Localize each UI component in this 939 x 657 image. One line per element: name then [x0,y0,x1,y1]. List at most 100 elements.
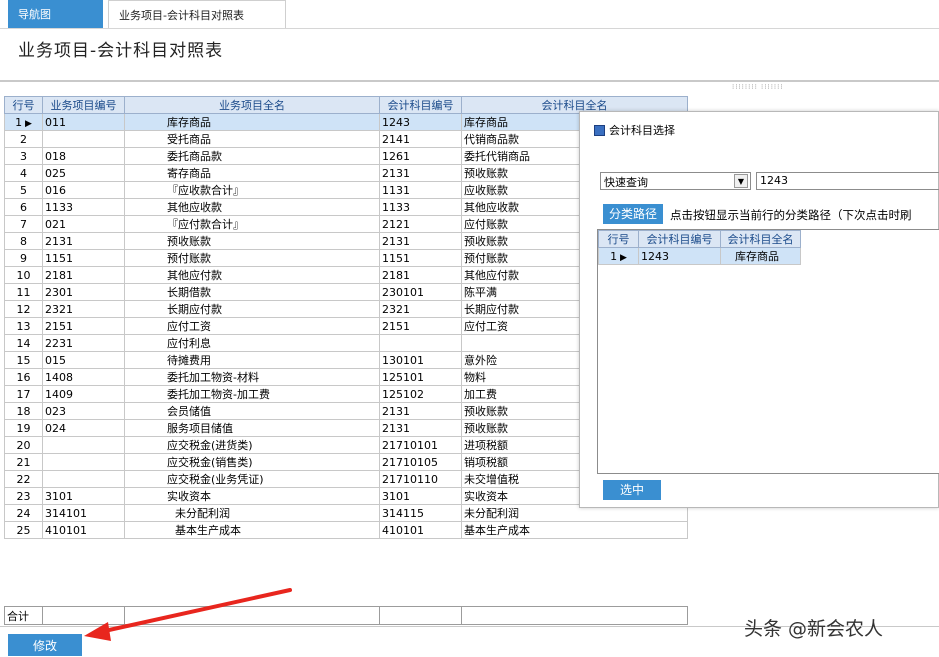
account-code-cell[interactable]: 21710105 [379,453,462,471]
item-code-cell[interactable]: 314101 [42,504,125,522]
account-code-cell[interactable]: 2151 [379,317,462,335]
account-name-cell[interactable]: 基本生产成本 [461,521,688,539]
item-name-cell[interactable]: 应交税金(进货类) [124,436,380,454]
item-code-cell[interactable]: 1409 [42,385,125,403]
account-code-cell[interactable]: 125102 [379,385,462,403]
item-code-cell[interactable] [42,470,125,488]
account-code-cell[interactable]: 410101 [379,521,462,539]
account-code-cell[interactable]: 130101 [379,351,462,369]
item-name-cell[interactable]: 实收资本 [124,487,380,505]
item-code-cell[interactable]: 2301 [42,283,125,301]
table-row[interactable]: 25 410101 基本生产成本 410101 基本生产成本 [4,521,688,539]
item-code-cell[interactable] [42,436,125,454]
sub-row-number[interactable]: 1 ▶ [598,247,639,265]
account-code-cell[interactable]: 1261 [379,147,462,165]
item-code-cell[interactable]: 024 [42,419,125,437]
item-name-cell[interactable]: 待摊费用 [124,351,380,369]
account-list-row[interactable]: 1 ▶ 1243 库存商品 [598,247,801,265]
item-code-cell[interactable]: 1133 [42,198,125,216]
item-code-cell[interactable] [42,453,125,471]
account-code-cell[interactable]: 2131 [379,164,462,182]
item-code-cell[interactable]: 2131 [42,232,125,250]
category-path-button[interactable]: 分类路径 [603,204,663,224]
account-code-cell[interactable]: 3101 [379,487,462,505]
select-button[interactable]: 选中 [603,480,661,500]
item-code-cell[interactable]: 015 [42,351,125,369]
item-name-cell[interactable]: 未分配利润 [124,504,380,522]
item-name-cell[interactable]: 预收账款 [124,232,380,250]
item-code-cell[interactable]: 1408 [42,368,125,386]
edit-button[interactable]: 修改 [8,634,82,656]
item-name-cell[interactable]: 应付利息 [124,334,380,352]
account-code-cell[interactable]: 1243 [379,113,462,131]
account-code-cell[interactable]: 2131 [379,232,462,250]
item-name-cell[interactable]: 长期应付款 [124,300,380,318]
header-row-no[interactable]: 行号 [4,96,43,114]
dialog-title: 会计科目选择 [609,124,675,137]
item-name-cell[interactable]: 『应付款合计』 [124,215,380,233]
sub-account-name[interactable]: 库存商品 [720,247,801,265]
item-name-cell[interactable]: 委托加工物资-加工费 [124,385,380,403]
account-code-cell[interactable]: 125101 [379,368,462,386]
item-name-cell[interactable]: 寄存商品 [124,164,380,182]
item-code-cell[interactable]: 025 [42,164,125,182]
item-code-cell[interactable]: 016 [42,181,125,199]
item-name-cell[interactable]: 委托商品款 [124,147,380,165]
scroll-grip-icon[interactable]: ⁞⁞⁞⁞⁞⁞⁞⁞ ⁞⁞⁞⁞⁞⁞⁞ [732,83,784,91]
item-code-cell[interactable]: 023 [42,402,125,420]
item-code-cell[interactable]: 018 [42,147,125,165]
footer-cell [124,606,380,625]
item-name-cell[interactable]: 应交税金(销售类) [124,453,380,471]
account-code-cell[interactable]: 1131 [379,181,462,199]
header-item-name[interactable]: 业务项目全名 [124,96,380,114]
account-code-cell[interactable]: 21710110 [379,470,462,488]
search-mode-select[interactable]: 快速查询 ▼ [600,172,751,190]
item-name-cell[interactable]: 会员储值 [124,402,380,420]
item-code-cell[interactable]: 021 [42,215,125,233]
account-code-cell[interactable]: 1151 [379,249,462,267]
account-code-cell[interactable] [379,334,462,352]
item-name-cell[interactable]: 委托加工物资-材料 [124,368,380,386]
row-number: 21 [4,453,43,471]
item-name-cell[interactable]: 预付账款 [124,249,380,267]
item-code-cell[interactable]: 3101 [42,487,125,505]
search-input[interactable]: 1243 [756,172,939,190]
item-code-cell[interactable]: 2151 [42,317,125,335]
item-code-cell[interactable]: 2181 [42,266,125,284]
table-footer: 合计 [4,606,688,625]
item-code-cell[interactable]: 2321 [42,300,125,318]
header-item-code[interactable]: 业务项目编号 [42,96,125,114]
account-code-cell[interactable]: 2131 [379,402,462,420]
tab-home[interactable]: 导航图 [8,0,103,28]
tab-mapping-table[interactable]: 业务项目-会计科目对照表 [108,0,286,28]
account-code-cell[interactable]: 230101 [379,283,462,301]
sub-account-code[interactable]: 1243 [638,247,721,265]
item-name-cell[interactable]: 其他应付款 [124,266,380,284]
item-code-cell[interactable]: 2231 [42,334,125,352]
item-name-cell[interactable]: 『应收款合计』 [124,181,380,199]
item-code-cell[interactable] [42,130,125,148]
account-code-cell[interactable]: 314115 [379,504,462,522]
item-code-cell[interactable]: 410101 [42,521,125,539]
account-code-cell[interactable]: 2141 [379,130,462,148]
account-select-dialog: 会计科目选择 快速查询 ▼ 1243 分类路径 点击按钮显示当前行的分类路径（下… [579,111,939,508]
account-code-cell[interactable]: 2121 [379,215,462,233]
footer-total-label: 合计 [4,606,43,625]
header-account-code[interactable]: 会计科目编号 [379,96,462,114]
account-code-cell[interactable]: 2131 [379,419,462,437]
item-name-cell[interactable]: 其他应收款 [124,198,380,216]
item-name-cell[interactable]: 应付工资 [124,317,380,335]
account-code-cell[interactable]: 2181 [379,266,462,284]
dropdown-arrow-icon[interactable]: ▼ [734,174,748,188]
item-name-cell[interactable]: 长期借款 [124,283,380,301]
item-name-cell[interactable]: 应交税金(业务凭证) [124,470,380,488]
item-name-cell[interactable]: 基本生产成本 [124,521,380,539]
item-code-cell[interactable]: 1151 [42,249,125,267]
account-code-cell[interactable]: 21710101 [379,436,462,454]
item-code-cell[interactable]: 011 [42,113,125,131]
account-code-cell[interactable]: 2321 [379,300,462,318]
account-code-cell[interactable]: 1133 [379,198,462,216]
item-name-cell[interactable]: 服务项目储值 [124,419,380,437]
item-name-cell[interactable]: 受托商品 [124,130,380,148]
item-name-cell[interactable]: 库存商品 [124,113,380,131]
